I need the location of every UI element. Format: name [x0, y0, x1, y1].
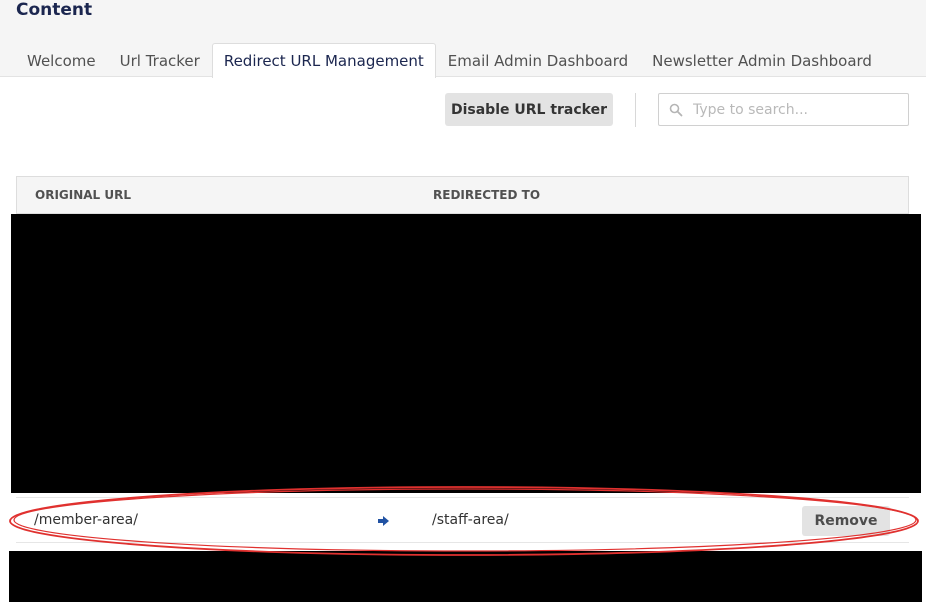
- tab-bar: Welcome Url Tracker Redirect URL Managem…: [15, 43, 884, 78]
- search-box[interactable]: [658, 93, 909, 126]
- disable-url-tracker-button[interactable]: Disable URL tracker: [445, 93, 613, 126]
- toolbar-divider: [635, 93, 636, 127]
- tab-welcome[interactable]: Welcome: [15, 43, 108, 77]
- remove-button[interactable]: Remove: [802, 506, 890, 536]
- search-input[interactable]: [693, 94, 908, 125]
- header-area: Content Welcome Url Tracker Redirect URL…: [0, 0, 926, 78]
- tab-redirect-url-management[interactable]: Redirect URL Management: [211, 43, 436, 78]
- original-url-cell: /member-area/: [34, 512, 138, 528]
- column-header-redirected-to: REDIRECTED TO: [433, 188, 541, 202]
- page-title: Content: [16, 0, 93, 20]
- column-header-original-url: ORIGINAL URL: [35, 188, 132, 202]
- redacted-region: [11, 214, 921, 493]
- redirected-url-cell: /staff-area/: [432, 512, 509, 528]
- tab-newsletter-admin-dashboard[interactable]: Newsletter Admin Dashboard: [640, 43, 884, 77]
- search-icon: [659, 93, 693, 126]
- tab-email-admin-dashboard[interactable]: Email Admin Dashboard: [436, 43, 640, 77]
- arrow-right-icon: [378, 514, 390, 530]
- tab-url-tracker[interactable]: Url Tracker: [108, 43, 212, 77]
- table-row: /member-area/ /staff-area/ Remove: [16, 497, 909, 543]
- table-header: ORIGINAL URL REDIRECTED TO: [16, 176, 909, 214]
- redacted-region: [9, 551, 922, 602]
